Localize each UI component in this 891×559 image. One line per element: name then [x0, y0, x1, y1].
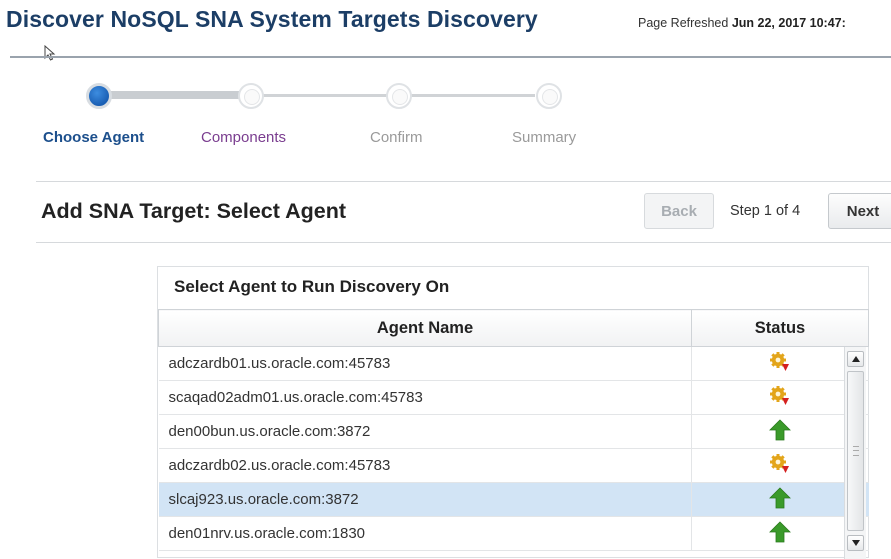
agent-name-cell[interactable]: slcaj923.us.oracle.com:3872 [158, 482, 692, 517]
page-title: Discover NoSQL SNA System Targets Discov… [6, 6, 538, 32]
header-divider [10, 56, 891, 58]
agent-table: Agent Name Status adczardb01.us.oracle.c… [158, 309, 869, 551]
refreshed-timestamp: Jun 22, 2017 10:47: [731, 16, 846, 30]
table-row[interactable]: den00bun.us.oracle.com:3872 [158, 414, 869, 449]
next-button[interactable]: Next [828, 193, 891, 229]
train-connector-done [110, 91, 240, 99]
agent-status-cell [691, 482, 869, 517]
agent-name-cell[interactable]: den01nrv.us.oracle.com:1830 [158, 516, 692, 551]
agent-status-cell [691, 448, 869, 483]
table-row[interactable]: scaqad02adm01.us.oracle.com:45783 [158, 380, 869, 415]
panel-title: Select Agent to Run Discovery On [174, 277, 450, 296]
status-up-icon [769, 486, 792, 513]
section-divider [36, 181, 891, 182]
table-row[interactable]: den01nrv.us.oracle.com:1830 [158, 516, 869, 551]
train-stop-choose-agent[interactable] [86, 83, 112, 109]
status-pending-icon [770, 453, 790, 478]
step-indicator: Step 1 of 4 [730, 203, 801, 219]
train-connector [410, 94, 535, 97]
status-up-icon [769, 520, 792, 547]
train-connector [262, 94, 387, 97]
train-label-choose-agent[interactable]: Choose Agent [43, 129, 144, 146]
column-header-agent-name[interactable]: Agent Name [158, 309, 692, 347]
status-up-icon [769, 418, 792, 445]
agent-status-cell [691, 346, 869, 381]
agent-name-cell[interactable]: scaqad02adm01.us.oracle.com:45783 [158, 380, 692, 415]
mouse-pointer-icon [44, 45, 56, 61]
scroll-up-button[interactable] [847, 351, 864, 367]
train-label-confirm: Confirm [370, 129, 423, 146]
train-stop-confirm [386, 83, 412, 109]
refreshed-label: Page Refreshed [638, 16, 729, 30]
scroll-down-button[interactable] [847, 535, 864, 551]
table-scrollbar[interactable] [844, 347, 866, 559]
agent-name-cell[interactable]: den00bun.us.oracle.com:3872 [158, 414, 692, 449]
section-divider [36, 242, 891, 243]
back-button[interactable]: Back [644, 193, 714, 229]
column-header-status[interactable]: Status [691, 309, 869, 347]
process-train: Choose Agent Components Confirm Summary [0, 70, 891, 160]
status-pending-icon [770, 385, 790, 410]
train-label-summary: Summary [512, 129, 577, 146]
table-header-row: Agent Name Status [158, 309, 869, 347]
agent-selection-panel: Select Agent to Run Discovery On Agent N… [157, 266, 869, 559]
agent-name-cell[interactable]: adczardb02.us.oracle.com:45783 [158, 448, 692, 483]
agent-name-cell[interactable]: adczardb01.us.oracle.com:45783 [158, 346, 692, 381]
agent-status-cell [691, 414, 869, 449]
arrow-up-icon [851, 356, 860, 362]
table-row[interactable]: adczardb01.us.oracle.com:45783 [158, 346, 869, 381]
train-stop-summary [536, 83, 562, 109]
page-refreshed-info: Page Refreshed Jun 22, 2017 10:47: [638, 16, 846, 30]
status-pending-icon [770, 351, 790, 376]
arrow-down-icon [851, 540, 860, 546]
table-row[interactable]: slcaj923.us.oracle.com:3872 [158, 482, 869, 517]
train-stop-components[interactable] [238, 83, 264, 109]
table-row[interactable]: adczardb02.us.oracle.com:45783 [158, 448, 869, 483]
train-label-components[interactable]: Components [201, 129, 286, 146]
agent-status-cell [691, 380, 869, 415]
agent-status-cell [691, 516, 869, 551]
scroll-thumb[interactable] [847, 371, 864, 531]
step-title: Add SNA Target: Select Agent [41, 199, 347, 223]
grip-icon [853, 446, 859, 456]
